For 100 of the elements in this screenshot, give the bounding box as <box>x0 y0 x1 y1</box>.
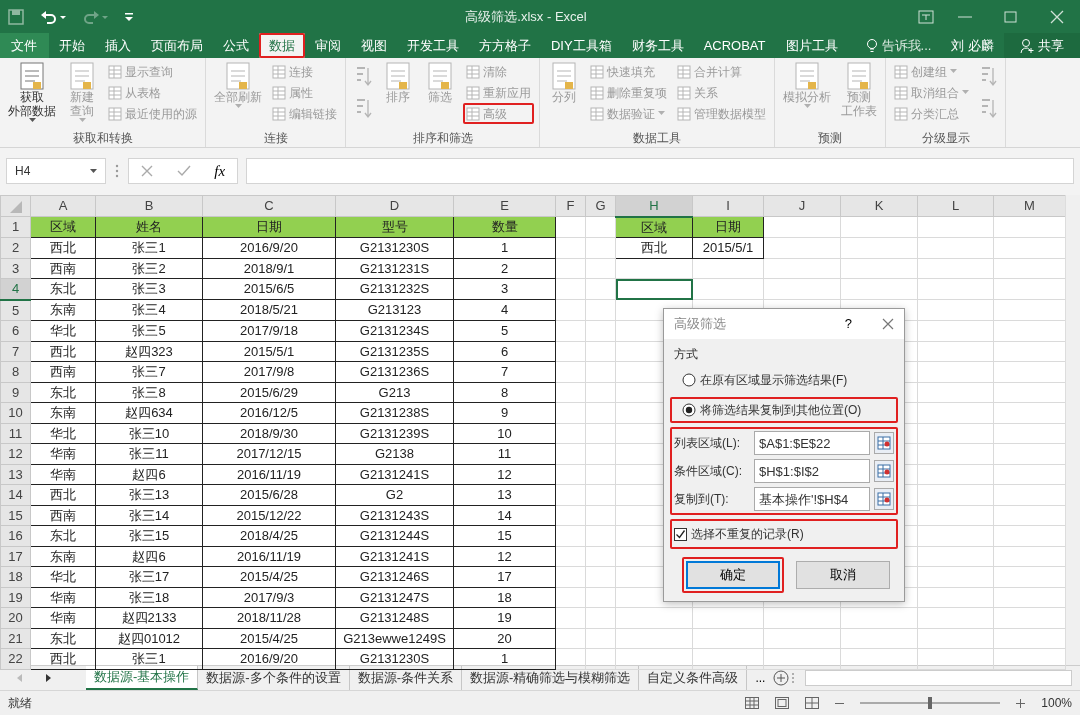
more-tabs-button[interactable]: ... <box>747 668 774 688</box>
ribbon-tab[interactable]: 审阅 <box>304 33 351 58</box>
radio-label[interactable]: 将筛选结果复制到其他位置(O) <box>700 401 862 419</box>
row-header[interactable]: 18 <box>0 566 31 587</box>
row-header[interactable]: 10 <box>0 402 31 423</box>
normal-view-icon[interactable] <box>745 697 760 709</box>
ribbon-tab[interactable]: 图片工具 <box>775 33 848 58</box>
insert-function-button[interactable]: fx <box>214 159 226 183</box>
row-header[interactable]: 3 <box>0 258 31 279</box>
ribbon-tab[interactable]: 方方格子 <box>468 33 541 58</box>
row-header[interactable]: 16 <box>0 525 31 546</box>
row-header[interactable]: 19 <box>0 587 31 608</box>
column-header[interactable]: M <box>993 195 1066 217</box>
ribbon-tab[interactable]: 开发工具 <box>396 33 469 58</box>
column-header[interactable]: F <box>555 195 586 217</box>
checkbox-label[interactable]: 选择不重复的记录(R) <box>691 525 804 543</box>
radio-button[interactable] <box>682 403 696 417</box>
horizontal-scrollbar[interactable] <box>805 670 1072 686</box>
table-icon <box>272 64 286 79</box>
row-header[interactable]: 12 <box>0 443 31 464</box>
row-header[interactable]: 13 <box>0 464 31 485</box>
column-header[interactable]: E <box>453 195 556 217</box>
ribbon-button[interactable]: 获取 外部数据 <box>5 61 59 124</box>
ribbon-tab[interactable]: 开始 <box>48 33 95 58</box>
ribbon-tab[interactable]: 财务工具 <box>621 33 694 58</box>
zoom-in-icon[interactable] <box>1016 698 1026 708</box>
row-header[interactable]: 11 <box>0 423 31 444</box>
column-header[interactable]: A <box>30 195 96 217</box>
file-tab[interactable]: 文件 <box>0 33 49 58</box>
row-header[interactable]: 9 <box>0 382 31 403</box>
row-header[interactable]: 20 <box>0 607 31 628</box>
ribbon-tab[interactable]: 页面布局 <box>140 33 213 58</box>
table-cell: 2018/4/25 <box>202 525 336 546</box>
column-header[interactable]: I <box>692 195 764 217</box>
customize-icon[interactable] <box>124 10 134 23</box>
row-header[interactable]: 8 <box>0 361 31 382</box>
table-cell: 2018/9/30 <box>202 423 336 444</box>
ribbon-tab[interactable]: ACROBAT <box>693 33 776 58</box>
sheet-tab[interactable]: 数据源-基本操作 <box>86 666 199 690</box>
page-layout-icon[interactable] <box>775 697 790 709</box>
add-sheet-icon[interactable] <box>773 670 790 686</box>
slider-thumb[interactable] <box>928 697 933 709</box>
ribbon-tab[interactable]: 视图 <box>350 33 397 58</box>
row-header[interactable]: 4 <box>0 278 31 300</box>
table-cell: 2015/12/22 <box>202 505 336 526</box>
page-break-icon[interactable] <box>805 697 820 709</box>
range-picker-icon[interactable] <box>874 488 894 510</box>
column-header[interactable]: C <box>202 195 336 217</box>
formula-input[interactable] <box>246 158 1074 184</box>
range-field[interactable]: $H$1:$I$2 <box>754 459 870 483</box>
column-header[interactable]: D <box>335 195 454 217</box>
column-header[interactable]: L <box>917 195 994 217</box>
column-header[interactable]: J <box>763 195 841 217</box>
ribbon-tab[interactable]: 插入 <box>94 33 141 58</box>
tell-me-search[interactable]: 告诉我... <box>855 33 942 58</box>
ribbon-tab[interactable]: 公式 <box>212 33 259 58</box>
table-cell: 赵四6 <box>95 464 203 485</box>
radio-label[interactable]: 在原有区域显示筛选结果(F) <box>700 371 848 389</box>
row-header[interactable]: 7 <box>0 341 31 362</box>
ribbon-display-icon[interactable] <box>918 9 934 24</box>
radio-button[interactable] <box>682 373 696 387</box>
row-header[interactable]: 1 <box>0 216 31 238</box>
range-picker-icon[interactable] <box>874 460 894 482</box>
vertical-scrollbar[interactable] <box>1065 195 1080 665</box>
table-cell: 2016/11/19 <box>202 546 336 567</box>
dialog-button[interactable]: 确定 <box>686 561 780 589</box>
field-label: 条件区域(C): <box>674 463 743 480</box>
row-header[interactable]: 15 <box>0 505 31 526</box>
undo-icon[interactable] <box>40 8 66 25</box>
table-cell: 14 <box>453 505 556 526</box>
range-picker-icon[interactable] <box>874 432 894 454</box>
check-icon[interactable] <box>176 165 191 177</box>
help-button[interactable]: ? <box>838 313 858 335</box>
column-header[interactable]: K <box>840 195 918 217</box>
ribbon-tab[interactable]: DIY工具箱 <box>540 33 622 58</box>
column-header[interactable]: G <box>585 195 616 217</box>
scroll-right-icon[interactable] <box>46 674 52 682</box>
row-header[interactable]: 6 <box>0 320 31 341</box>
range-field[interactable]: 基本操作'!$H$4 <box>754 487 870 511</box>
cancel-icon[interactable] <box>140 165 153 177</box>
row-header[interactable]: 5 <box>0 299 31 321</box>
selected-cell[interactable] <box>615 278 693 300</box>
ribbon-tab[interactable]: 数据 <box>258 33 305 58</box>
column-header[interactable]: H <box>615 195 693 217</box>
row-header[interactable]: 17 <box>0 546 31 567</box>
table-cell: 张三3 <box>95 278 203 300</box>
table-icon <box>272 106 286 121</box>
range-field[interactable]: $A$1:$E$22 <box>754 431 870 455</box>
save-icon[interactable] <box>8 8 24 25</box>
row-header[interactable]: 21 <box>0 628 31 649</box>
checkbox[interactable] <box>674 527 687 541</box>
table-cell: 张三15 <box>95 525 203 546</box>
close-icon[interactable] <box>882 318 894 330</box>
share-button[interactable]: 共享 <box>1004 33 1080 58</box>
row-header[interactable]: 2 <box>0 237 31 258</box>
dialog-button[interactable]: 取消 <box>796 561 890 589</box>
name-box[interactable]: H4 <box>6 158 106 184</box>
row-header[interactable]: 14 <box>0 484 31 505</box>
column-header[interactable]: B <box>95 195 203 217</box>
row-header[interactable]: 22 <box>0 648 31 669</box>
